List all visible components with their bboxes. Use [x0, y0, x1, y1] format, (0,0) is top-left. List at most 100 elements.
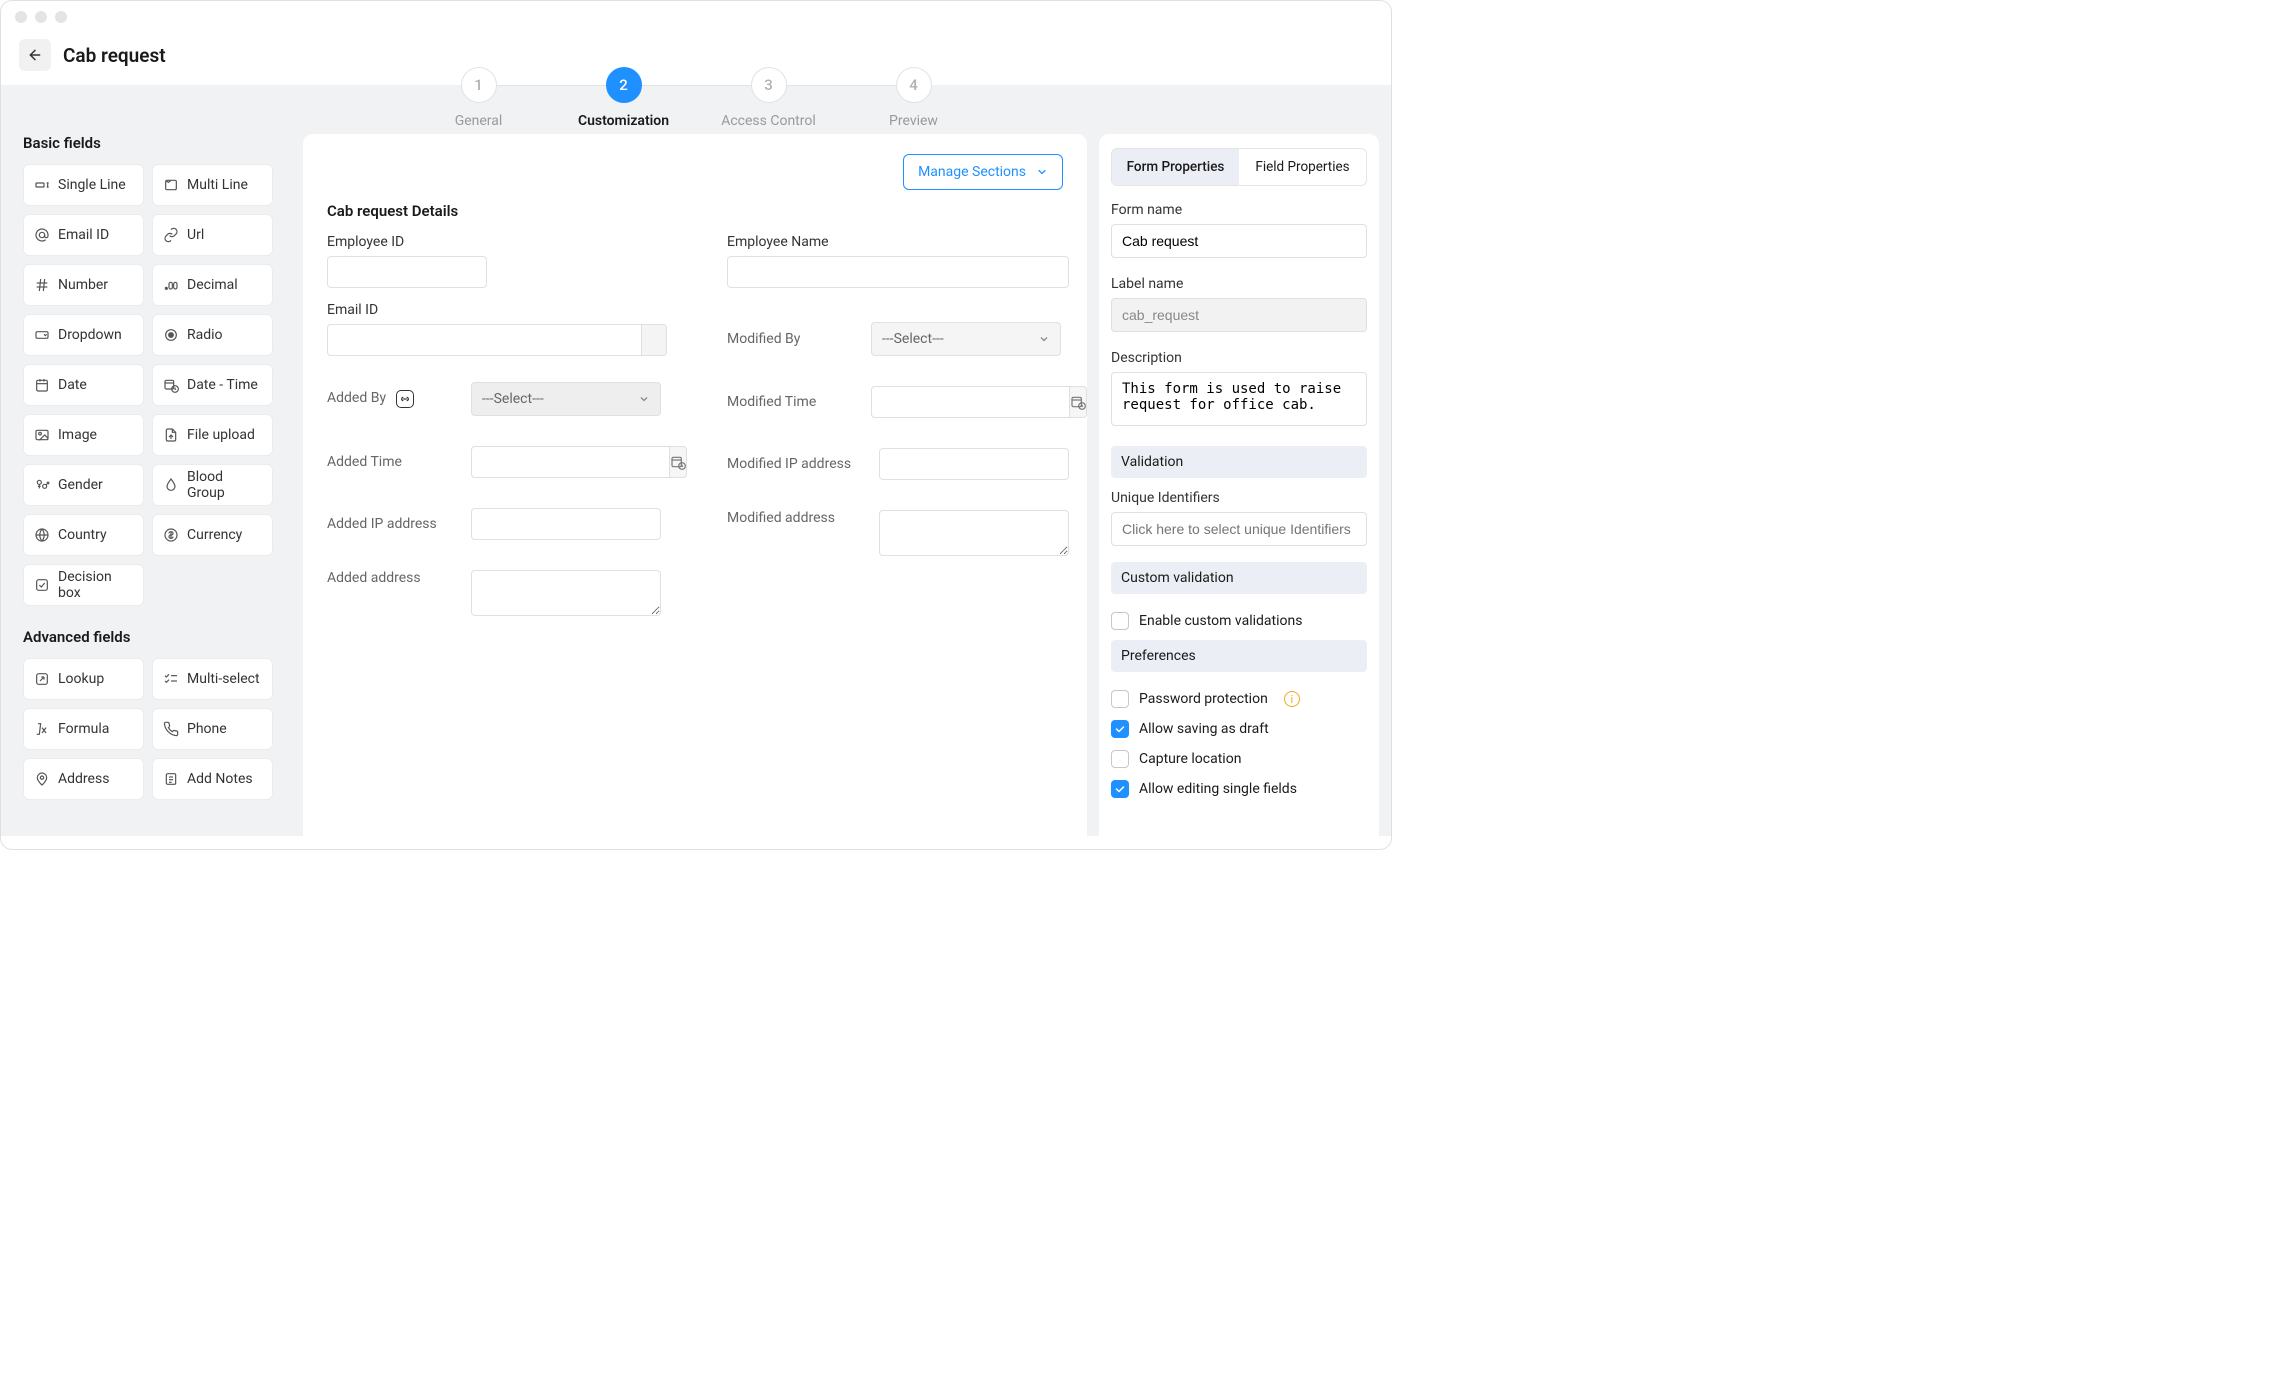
- enable-custom-validation-checkbox[interactable]: [1111, 612, 1129, 630]
- email-id-input[interactable]: [327, 324, 641, 356]
- field-tile-email-id[interactable]: Email ID: [23, 214, 144, 256]
- modified-by-label: Modified By: [727, 331, 847, 347]
- field-tile-label: Single Line: [58, 177, 126, 193]
- step-preview[interactable]: 4 Preview: [841, 67, 986, 129]
- decision-box-icon: [34, 577, 50, 593]
- employee-id-input[interactable]: [327, 256, 487, 288]
- email-addon[interactable]: [641, 324, 667, 356]
- add-notes-icon: [163, 771, 179, 787]
- field-tile-label: Url: [187, 227, 204, 243]
- info-icon[interactable]: i: [1284, 691, 1300, 707]
- back-button[interactable]: [19, 39, 51, 71]
- pref-checkbox-2[interactable]: [1111, 750, 1129, 768]
- properties-panel: Form Properties Field Properties Form na…: [1099, 134, 1379, 836]
- field-tile-label: Dropdown: [58, 327, 122, 343]
- window-titlebar: [1, 1, 1391, 33]
- added-time-input[interactable]: [471, 446, 669, 478]
- field-tile-radio[interactable]: Radio: [152, 314, 273, 356]
- calendar-clock-icon: [670, 454, 686, 470]
- date-icon: [34, 377, 50, 393]
- unique-identifiers-input[interactable]: [1111, 512, 1367, 546]
- field-tile-formula[interactable]: Formula: [23, 708, 144, 750]
- field-tile-date-time[interactable]: Date - Time: [152, 364, 273, 406]
- tab-form-properties[interactable]: Form Properties: [1112, 149, 1239, 185]
- field-tile-decimal[interactable]: Decimal: [152, 264, 273, 306]
- section-heading: Cab request Details: [327, 202, 1063, 220]
- basic-fields-heading: Basic fields: [23, 134, 273, 152]
- field-tile-single-line[interactable]: Single Line: [23, 164, 144, 206]
- form-name-input[interactable]: [1111, 224, 1367, 258]
- field-tile-multi-line[interactable]: Multi Line: [152, 164, 273, 206]
- field-tile-label: Date: [58, 377, 87, 393]
- field-tile-label: Image: [58, 427, 97, 443]
- field-tile-label: Radio: [187, 327, 223, 343]
- field-tile-label: Decimal: [187, 277, 238, 293]
- modified-address-label: Modified address: [727, 510, 855, 526]
- country-icon: [34, 527, 50, 543]
- employee-name-input[interactable]: [727, 256, 1069, 288]
- field-tile-decision-box[interactable]: Decision box: [23, 564, 144, 606]
- pref-label-3: Allow editing single fields: [1139, 781, 1297, 797]
- modified-ip-input[interactable]: [879, 448, 1069, 480]
- pref-checkbox-0[interactable]: [1111, 690, 1129, 708]
- gender-icon: [34, 477, 50, 493]
- traffic-light-min[interactable]: [35, 11, 47, 23]
- currency-icon: [163, 527, 179, 543]
- traffic-light-max[interactable]: [55, 11, 67, 23]
- enable-custom-validation-label: Enable custom validations: [1139, 613, 1302, 629]
- multi-line-icon: [163, 177, 179, 193]
- number-icon: [34, 277, 50, 293]
- field-tile-gender[interactable]: Gender: [23, 464, 144, 506]
- added-by-select[interactable]: ---Select---: [471, 382, 661, 416]
- step-access-control[interactable]: 3 Access Control: [696, 67, 841, 129]
- field-tile-label: Add Notes: [187, 771, 253, 787]
- multi-select-icon: [163, 671, 179, 687]
- lookup-icon: [34, 671, 50, 687]
- field-tile-label: Formula: [58, 721, 109, 737]
- field-tile-dropdown[interactable]: Dropdown: [23, 314, 144, 356]
- field-tile-number[interactable]: Number: [23, 264, 144, 306]
- modified-time-label: Modified Time: [727, 394, 847, 410]
- field-tile-country[interactable]: Country: [23, 514, 144, 556]
- traffic-light-close[interactable]: [15, 11, 27, 23]
- employee-name-label: Employee Name: [727, 234, 1069, 250]
- added-ip-input[interactable]: [471, 508, 661, 540]
- field-tile-image[interactable]: Image: [23, 414, 144, 456]
- field-tile-date[interactable]: Date: [23, 364, 144, 406]
- tab-field-properties[interactable]: Field Properties: [1239, 149, 1366, 185]
- field-tile-lookup[interactable]: Lookup: [23, 658, 144, 700]
- step-general[interactable]: 1 General: [406, 67, 551, 129]
- pref-label-2: Capture location: [1139, 751, 1241, 767]
- email-id-icon: [34, 227, 50, 243]
- added-address-textarea[interactable]: [471, 570, 661, 616]
- advanced-fields-heading: Advanced fields: [23, 628, 273, 646]
- modified-time-picker-button[interactable]: [1069, 386, 1087, 418]
- phone-icon: [163, 721, 179, 737]
- added-by-label: Added By: [327, 390, 447, 408]
- pref-checkbox-3[interactable]: [1111, 780, 1129, 798]
- chevron-down-icon: [1038, 333, 1050, 345]
- field-tile-currency[interactable]: Currency: [152, 514, 273, 556]
- field-tile-add-notes[interactable]: Add Notes: [152, 758, 273, 800]
- field-tile-blood-group[interactable]: Blood Group: [152, 464, 273, 506]
- validation-section: Validation: [1111, 446, 1367, 478]
- field-tile-file-upload[interactable]: File upload: [152, 414, 273, 456]
- modified-time-input[interactable]: [871, 386, 1069, 418]
- employee-id-label: Employee ID: [327, 234, 667, 250]
- modified-address-textarea[interactable]: [879, 510, 1069, 556]
- field-tile-address[interactable]: Address: [23, 758, 144, 800]
- field-tile-multi-select[interactable]: Multi-select: [152, 658, 273, 700]
- manage-sections-button[interactable]: Manage Sections: [903, 154, 1063, 190]
- description-label: Description: [1111, 350, 1367, 366]
- field-tile-url[interactable]: Url: [152, 214, 273, 256]
- pref-checkbox-1[interactable]: [1111, 720, 1129, 738]
- link-icon: [396, 390, 414, 408]
- added-time-picker-button[interactable]: [669, 446, 687, 478]
- address-icon: [34, 771, 50, 787]
- step-customization[interactable]: 2 Customization: [551, 67, 696, 129]
- field-tile-phone[interactable]: Phone: [152, 708, 273, 750]
- dropdown-icon: [34, 327, 50, 343]
- modified-by-select[interactable]: ---Select---: [871, 322, 1061, 356]
- field-tile-label: Phone: [187, 721, 227, 737]
- description-textarea[interactable]: This form is used to raise request for o…: [1111, 372, 1367, 426]
